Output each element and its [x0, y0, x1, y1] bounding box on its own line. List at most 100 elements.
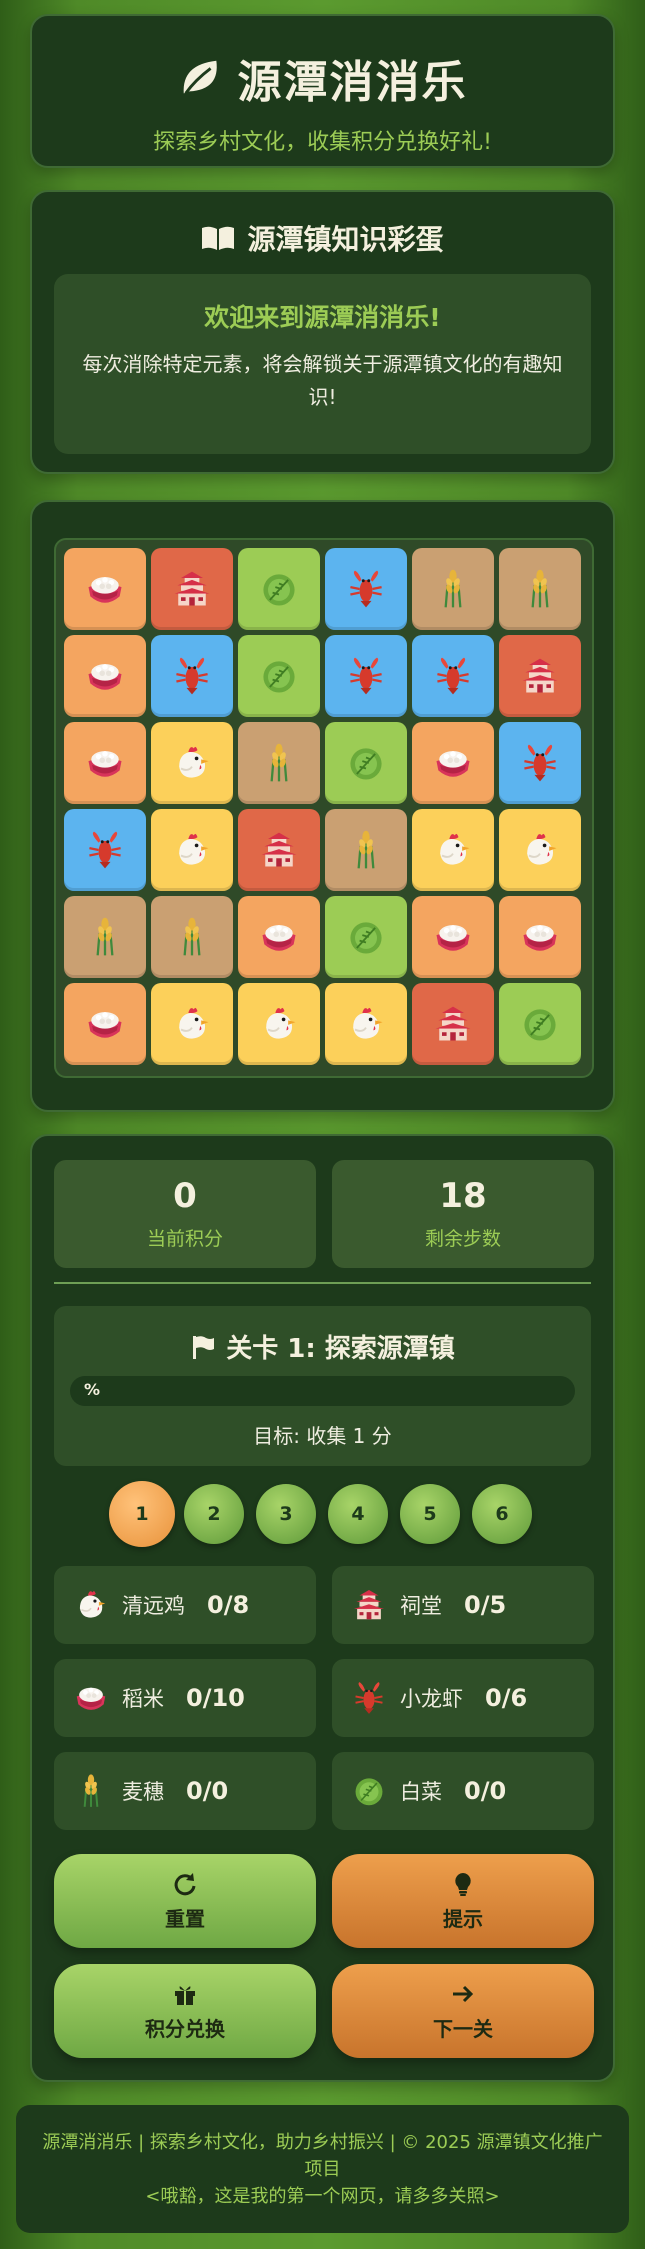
- cabbage-icon: [344, 741, 388, 785]
- level-button-5[interactable]: 5: [400, 1484, 460, 1544]
- wheat-icon: [518, 567, 562, 611]
- ancestral-hall-icon: [350, 1586, 388, 1624]
- board-tile[interactable]: [151, 809, 233, 891]
- hint-button[interactable]: 提示: [332, 1854, 594, 1948]
- collect-goal-name: 稻米: [122, 1687, 164, 1711]
- board-tile[interactable]: [64, 635, 146, 717]
- level-title: 关卡 1: 探索源潭镇: [226, 1334, 455, 1364]
- collect-goal-item: 白菜 0/0: [332, 1752, 594, 1830]
- rice-bowl-icon: [72, 1679, 110, 1717]
- board-tile[interactable]: [238, 635, 320, 717]
- board-tile[interactable]: [499, 983, 581, 1065]
- board-tile[interactable]: [64, 983, 146, 1065]
- chicken-icon: [170, 828, 214, 872]
- collect-goal-count: 0/5: [464, 1591, 507, 1619]
- level-button-2[interactable]: 2: [184, 1484, 244, 1544]
- board-tile[interactable]: [412, 809, 494, 891]
- chicken-icon: [257, 1002, 301, 1046]
- board-tile[interactable]: [325, 635, 407, 717]
- reset-label: 重置: [165, 1906, 205, 1931]
- board-tile[interactable]: [64, 722, 146, 804]
- lobster-icon: [83, 828, 127, 872]
- footer: 源潭消消乐 | 探索乡村文化，助力乡村振兴 | © 2025 源潭镇文化推广项目…: [16, 2105, 629, 2233]
- hint-label: 提示: [443, 1906, 483, 1931]
- redeem-button[interactable]: 积分兑换: [54, 1964, 316, 2058]
- wheat-icon: [344, 828, 388, 872]
- footer-line-1: 源潭消消乐 | 探索乡村文化，助力乡村振兴 | © 2025 源潭镇文化推广项目: [42, 2132, 603, 2180]
- chicken-icon: [344, 1002, 388, 1046]
- board-tile[interactable]: [151, 548, 233, 630]
- board-tile[interactable]: [412, 983, 494, 1065]
- board-tile[interactable]: [499, 809, 581, 891]
- cabbage-icon: [344, 915, 388, 959]
- level-button-1[interactable]: 1: [109, 1481, 175, 1547]
- rice-bowl-icon: [83, 741, 127, 785]
- board-tile[interactable]: [238, 983, 320, 1065]
- next-level-label: 下一关: [433, 2016, 493, 2041]
- board-tile[interactable]: [64, 809, 146, 891]
- board-tile[interactable]: [238, 809, 320, 891]
- rice-bowl-icon: [518, 915, 562, 959]
- collect-goal-name: 白菜: [400, 1780, 442, 1804]
- collect-goal-item: 清远鸡 0/8: [54, 1566, 316, 1644]
- knowledge-title-row: 源潭镇知识彩蛋: [32, 218, 613, 258]
- cabbage-icon: [257, 654, 301, 698]
- board-tile[interactable]: [325, 809, 407, 891]
- gift-icon: [175, 1985, 195, 2005]
- score-label: 当前积分: [146, 1228, 223, 1250]
- lobster-icon: [344, 567, 388, 611]
- board-tile[interactable]: [151, 722, 233, 804]
- board-tile[interactable]: [499, 896, 581, 978]
- level-button-6[interactable]: 6: [472, 1484, 532, 1544]
- board-tile[interactable]: [238, 548, 320, 630]
- game-board: [54, 538, 594, 1078]
- ancestral-hall-icon: [431, 1002, 475, 1046]
- level-button-4[interactable]: 4: [328, 1484, 388, 1544]
- wheat-icon: [257, 741, 301, 785]
- collect-goal-item: 稻米 0/10: [54, 1659, 316, 1737]
- board-tile[interactable]: [412, 722, 494, 804]
- refresh-icon: [174, 1872, 196, 1895]
- wheat-icon: [431, 567, 475, 611]
- moves-panel: 18 剩余步数: [332, 1160, 594, 1268]
- moves-label: 剩余步数: [424, 1228, 501, 1250]
- collect-goal-item: 麦穗 0/0: [54, 1752, 316, 1830]
- game-board-card: [30, 500, 615, 1112]
- board-tile[interactable]: [64, 896, 146, 978]
- cabbage-icon: [257, 567, 301, 611]
- ancestral-hall-icon: [518, 654, 562, 698]
- flag-icon: [193, 1335, 215, 1359]
- board-tile[interactable]: [151, 983, 233, 1065]
- knowledge-text: 每次消除特定元素，将会解锁关于源潭镇文化的有趣知识!: [82, 352, 563, 409]
- knowledge-heading: 欢迎来到源潭消消乐!: [204, 303, 441, 332]
- board-tile[interactable]: [151, 896, 233, 978]
- board-tile[interactable]: [412, 896, 494, 978]
- board-tile[interactable]: [151, 635, 233, 717]
- board-tile[interactable]: [325, 722, 407, 804]
- board-tile[interactable]: [325, 983, 407, 1065]
- board-tile[interactable]: [238, 722, 320, 804]
- board-tile[interactable]: [325, 548, 407, 630]
- wheat-icon: [170, 915, 214, 959]
- collect-goal-count: 0/8: [207, 1591, 250, 1619]
- board-tile[interactable]: [412, 635, 494, 717]
- board-tile[interactable]: [412, 548, 494, 630]
- board-tile[interactable]: [499, 722, 581, 804]
- collect-goal-count: 0/10: [186, 1684, 245, 1712]
- board-tile[interactable]: [64, 548, 146, 630]
- title-row: 源潭消消乐: [32, 46, 613, 110]
- knowledge-panel: 欢迎来到源潭消消乐! 每次消除特定元素，将会解锁关于源潭镇文化的有趣知识!: [54, 274, 591, 454]
- lightbulb-icon: [455, 1872, 471, 1896]
- rice-bowl-icon: [83, 1002, 127, 1046]
- level-button-3[interactable]: 3: [256, 1484, 316, 1544]
- lobster-icon: [344, 654, 388, 698]
- board-tile[interactable]: [238, 896, 320, 978]
- board-tile[interactable]: [325, 896, 407, 978]
- score-value: 0: [173, 1176, 197, 1216]
- board-tile[interactable]: [499, 635, 581, 717]
- header-card: 源潭消消乐 探索乡村文化，收集积分兑换好礼!: [30, 14, 615, 168]
- board-tile[interactable]: [499, 548, 581, 630]
- knowledge-title: 源潭镇知识彩蛋: [247, 223, 444, 256]
- reset-button[interactable]: 重置: [54, 1854, 316, 1948]
- next-level-button[interactable]: 下一关: [332, 1964, 594, 2058]
